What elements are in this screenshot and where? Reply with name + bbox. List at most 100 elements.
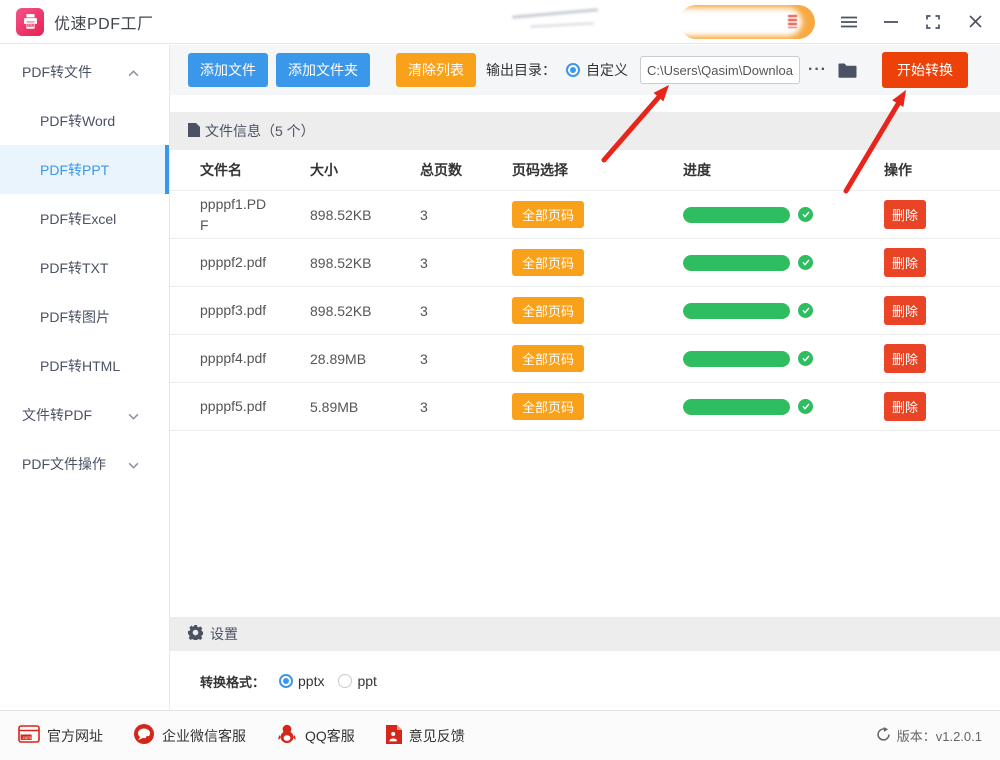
check-icon <box>798 255 813 270</box>
update-refresh-icon[interactable] <box>876 727 891 745</box>
start-convert-button[interactable]: 开始转换 <box>882 52 968 88</box>
delete-button[interactable]: 删除 <box>884 392 926 421</box>
all-pages-button[interactable]: 全部页码 <box>512 249 584 276</box>
sidebar-item-label: PDF转PPT <box>40 160 109 180</box>
app-logo-icon: PDF <box>16 8 44 36</box>
sidebar-group-pdf-to-file[interactable]: PDF转文件 <box>0 47 169 96</box>
all-pages-button[interactable]: 全部页码 <box>512 345 584 372</box>
table-row: ppppf3.pdf 898.52KB 3 全部页码 删除 <box>170 287 1000 335</box>
col-filename: 文件名 <box>200 160 310 180</box>
wechat-support-link[interactable]: 企业微信客服 <box>133 723 246 748</box>
version-info: 版本：v1.2.0.1 <box>876 726 982 745</box>
promo-banner[interactable] <box>500 3 818 41</box>
output-path-input[interactable] <box>640 56 800 84</box>
file-name: ppppf4.pdf <box>200 348 266 368</box>
sidebar-item-label: PDF转图片 <box>40 307 110 327</box>
ppt-radio-label: ppt <box>357 673 376 689</box>
pptx-radio-label: pptx <box>298 673 324 689</box>
svg-text:PDF: PDF <box>27 23 33 27</box>
browse-more-button[interactable]: ··· <box>808 61 827 79</box>
qq-icon <box>276 723 298 748</box>
qq-support-link[interactable]: QQ客服 <box>276 723 355 748</box>
sidebar-item-label: PDF转Excel <box>40 209 116 229</box>
official-website-link[interactable]: .com 官方网址 <box>18 725 103 746</box>
sidebar-item-label: PDF转TXT <box>40 258 108 278</box>
add-folder-button[interactable]: 添加文件夹 <box>276 53 370 87</box>
sidebar-group-label: PDF转文件 <box>22 62 92 82</box>
sidebar-item-pdf-to-excel[interactable]: PDF转Excel <box>0 194 169 243</box>
check-icon <box>798 351 813 366</box>
minimize-icon[interactable] <box>880 11 902 33</box>
sidebar-item-pdf-to-word[interactable]: PDF转Word <box>0 96 169 145</box>
sidebar-item-label: PDF转HTML <box>40 356 120 376</box>
progress-bar <box>683 303 790 319</box>
file-name: ppppf1.PDF <box>200 194 270 235</box>
settings-title: 设置 <box>210 624 238 644</box>
sidebar-group-file-to-pdf[interactable]: 文件转PDF <box>0 390 169 439</box>
wechat-icon <box>133 723 155 748</box>
sidebar-item-label: PDF转Word <box>40 111 115 131</box>
promo-pill <box>679 5 815 39</box>
version-label: 版本：v1.2.0.1 <box>897 726 982 745</box>
sidebar-item-pdf-to-html[interactable]: PDF转HTML <box>0 341 169 390</box>
sidebar-item-pdf-to-txt[interactable]: PDF转TXT <box>0 243 169 292</box>
col-size: 大小 <box>310 160 420 180</box>
delete-button[interactable]: 删除 <box>884 200 926 229</box>
progress-bar <box>683 207 790 223</box>
footer-link-label: 官方网址 <box>47 726 103 746</box>
menu-icon[interactable] <box>838 11 860 33</box>
feedback-link[interactable]: 意见反馈 <box>385 725 465 747</box>
progress-bar <box>683 399 790 415</box>
delete-button[interactable]: 删除 <box>884 344 926 373</box>
file-size: 28.89MB <box>310 351 420 367</box>
ppt-radio[interactable] <box>338 674 352 688</box>
table-row: ppppf1.PDF 898.52KB 3 全部页码 删除 <box>170 191 1000 239</box>
maximize-icon[interactable] <box>922 11 944 33</box>
svg-text:.com: .com <box>21 735 31 740</box>
all-pages-button[interactable]: 全部页码 <box>512 297 584 324</box>
col-page-select: 页码选择 <box>512 160 683 180</box>
table-header: 文件名 大小 总页数 页码选择 进度 操作 <box>170 150 1000 191</box>
format-label: 转换格式： <box>200 672 265 691</box>
document-icon <box>188 123 200 140</box>
clear-list-button[interactable]: 清除列表 <box>396 53 476 87</box>
chevron-down-icon <box>128 456 139 472</box>
output-dir-label: 输出目录： <box>486 60 556 80</box>
progress-bar <box>683 351 790 367</box>
main-area: 添加文件 添加文件夹 清除列表 输出目录： 自定义 ··· 开始转换 文件信息（… <box>170 45 1000 710</box>
title-bar: PDF 优速PDF工厂 <box>0 0 1000 44</box>
custom-radio[interactable] <box>566 63 580 77</box>
file-pages: 3 <box>420 255 512 271</box>
sidebar-group-pdf-operations[interactable]: PDF文件操作 <box>0 439 169 488</box>
file-pages: 3 <box>420 399 512 415</box>
table-row: ppppf2.pdf 898.52KB 3 全部页码 删除 <box>170 239 1000 287</box>
format-option-ppt[interactable]: ppt <box>338 673 376 689</box>
close-icon[interactable] <box>964 11 986 33</box>
file-size: 5.89MB <box>310 399 420 415</box>
check-icon <box>798 303 813 318</box>
format-row: 转换格式： pptx ppt <box>170 651 1000 711</box>
all-pages-button[interactable]: 全部页码 <box>512 393 584 420</box>
pptx-radio[interactable] <box>279 674 293 688</box>
format-option-pptx[interactable]: pptx <box>279 673 324 689</box>
file-name: ppppf2.pdf <box>200 252 266 272</box>
window-controls <box>838 11 986 33</box>
sidebar-item-pdf-to-ppt[interactable]: PDF转PPT <box>0 145 169 194</box>
footer-link-label: QQ客服 <box>305 726 355 746</box>
add-file-button[interactable]: 添加文件 <box>188 53 268 87</box>
sidebar-group-label: PDF文件操作 <box>22 454 106 474</box>
file-pages: 3 <box>420 207 512 223</box>
file-size: 898.52KB <box>310 303 420 319</box>
sidebar-item-pdf-to-image[interactable]: PDF转图片 <box>0 292 169 341</box>
progress-bar <box>683 255 790 271</box>
delete-button[interactable]: 删除 <box>884 248 926 277</box>
delete-button[interactable]: 删除 <box>884 296 926 325</box>
file-size: 898.52KB <box>310 207 420 223</box>
file-info-bar: 文件信息（5 个） <box>170 112 1000 150</box>
check-icon <box>798 399 813 414</box>
open-folder-icon[interactable] <box>837 62 858 79</box>
file-name: ppppf3.pdf <box>200 300 266 320</box>
all-pages-button[interactable]: 全部页码 <box>512 201 584 228</box>
footer-link-label: 意见反馈 <box>409 726 465 746</box>
col-action: 操作 <box>884 160 1000 180</box>
